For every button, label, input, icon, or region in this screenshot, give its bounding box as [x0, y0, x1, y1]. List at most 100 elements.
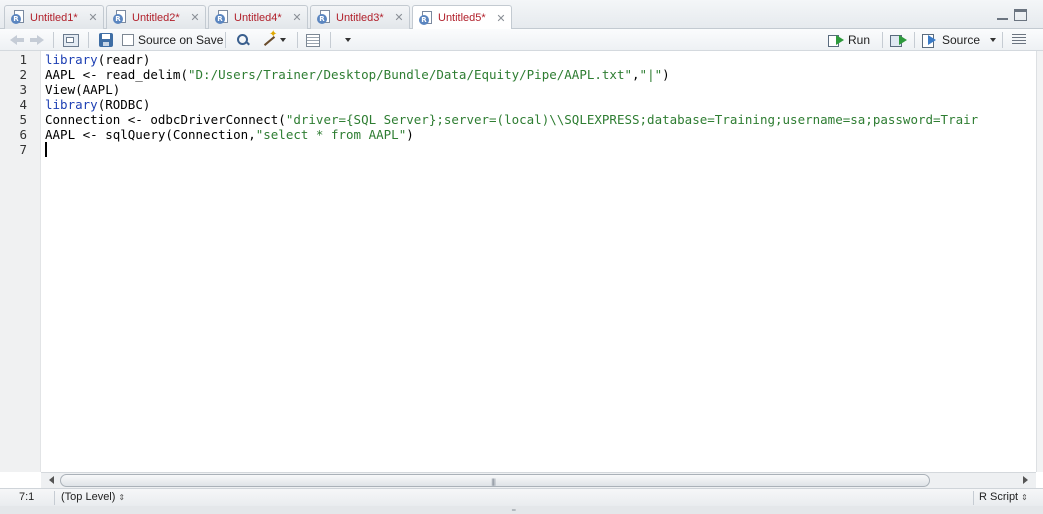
toolbar-divider	[882, 32, 883, 48]
r-script-icon: R	[317, 10, 332, 25]
code-string: "driver={SQL Server};server=(local)\\SQL…	[285, 112, 979, 127]
tab-label: Untitled3*	[336, 11, 384, 24]
pane-splitter[interactable]: ═	[0, 506, 1043, 514]
scroll-left-icon[interactable]	[49, 476, 54, 484]
minimize-pane-icon[interactable]	[996, 9, 1009, 21]
tab-label: Untitled1*	[30, 11, 78, 24]
source-on-save-checkbox[interactable]	[122, 34, 134, 46]
close-icon[interactable]: ✕	[495, 12, 507, 25]
tab-untitled4[interactable]: R Untitled4* ✕	[208, 5, 308, 29]
close-icon[interactable]: ✕	[393, 11, 405, 24]
toolbar-divider	[225, 32, 226, 48]
toolbar-divider	[88, 32, 89, 48]
code-area[interactable]: library(readr) AAPL <- read_delim("D:/Use…	[45, 51, 1035, 472]
more-options-button[interactable]	[342, 32, 351, 48]
close-icon[interactable]: ✕	[87, 11, 99, 24]
close-icon[interactable]: ✕	[291, 11, 303, 24]
r-script-icon: R	[215, 10, 230, 25]
grip-icon: |||	[491, 478, 496, 486]
toolbar-divider	[1002, 32, 1003, 48]
code-token: )	[406, 127, 414, 142]
r-script-icon: R	[419, 10, 434, 26]
toolbar-divider	[53, 32, 54, 48]
tab-label: Untitled5*	[438, 12, 486, 24]
run-button[interactable]: Run	[828, 32, 870, 48]
code-line[interactable]: View(AAPL)	[45, 82, 120, 97]
tab-label: Untitled4*	[234, 11, 282, 24]
drag-handle-icon: ═	[512, 507, 516, 514]
save-button[interactable]	[99, 32, 113, 48]
file-type-selector[interactable]: R Script ⇕	[979, 491, 1028, 503]
tab-untitled2[interactable]: R Untitled2* ✕	[106, 5, 206, 29]
search-icon	[236, 33, 250, 47]
source-icon	[922, 34, 938, 48]
rerun-button[interactable]	[890, 32, 908, 48]
magic-wand-icon	[261, 29, 277, 48]
horizontal-scrollbar[interactable]: |||	[41, 472, 1036, 488]
tab-label: Untitled2*	[132, 11, 180, 24]
code-token: (RODBC)	[97, 97, 151, 112]
code-line[interactable]: AAPL <- sqlQuery(Connection,"select * fr…	[45, 127, 414, 142]
code-line[interactable]: AAPL <- read_delim("D:/Users/Trainer/Des…	[45, 67, 670, 82]
code-token: )	[662, 67, 670, 82]
code-string: "select * from AAPL"	[255, 127, 407, 142]
source-options-dropdown[interactable]	[987, 32, 996, 48]
line-number: 5	[19, 112, 27, 127]
line-number: 1	[19, 52, 27, 67]
vertical-scrollbar[interactable]	[1036, 51, 1043, 472]
forward-button[interactable]	[29, 32, 45, 48]
back-button[interactable]	[9, 32, 25, 48]
save-icon	[99, 33, 113, 47]
code-tools-button[interactable]	[261, 29, 286, 48]
show-in-window-button[interactable]	[63, 32, 79, 48]
code-line[interactable]: library(readr)	[45, 52, 150, 67]
run-icon	[828, 34, 844, 47]
code-token: Connection <- odbcDriverConnect(	[45, 112, 286, 127]
source-label: Source	[942, 33, 981, 47]
line-number: 7	[19, 142, 27, 157]
line-number: 3	[19, 82, 27, 97]
tab-untitled5[interactable]: R Untitled5* ✕	[412, 5, 512, 30]
maximize-pane-icon[interactable]	[1014, 9, 1027, 21]
code-keyword: library	[45, 97, 98, 112]
document-outline-button[interactable]	[1012, 32, 1026, 48]
chevron-down-icon	[345, 38, 351, 42]
toolbar-divider	[914, 32, 915, 48]
code-token: View(AAPL)	[45, 82, 121, 97]
up-down-icon: ⇕	[118, 493, 126, 502]
editor-status-bar: 7:1 (Top Level) ⇕ R Script ⇕	[0, 488, 1043, 506]
source-on-save-label: Source on Save	[138, 33, 224, 47]
tab-untitled3[interactable]: R Untitled3* ✕	[310, 5, 410, 29]
compile-report-button[interactable]	[306, 32, 320, 48]
code-string: "D:/Users/Trainer/Desktop/Bundle/Data/Eq…	[188, 67, 633, 82]
forward-arrow-icon	[29, 33, 45, 47]
r-script-icon: R	[11, 10, 26, 25]
find-replace-button[interactable]	[236, 32, 250, 48]
source-button[interactable]: Source	[922, 32, 980, 48]
chevron-down-icon	[990, 38, 996, 42]
editor-tab-bar: R Untitled1* ✕ R Untitled2* ✕ R Untitled…	[0, 0, 1043, 30]
scope-selector[interactable]: (Top Level) ⇕	[61, 491, 125, 503]
up-down-icon: ⇕	[1021, 493, 1028, 502]
line-number-gutter: 1234567	[0, 51, 41, 472]
rerun-icon	[890, 34, 908, 47]
file-type-label: R Script	[979, 491, 1019, 503]
status-divider	[973, 491, 974, 505]
tab-untitled1[interactable]: R Untitled1* ✕	[4, 5, 104, 29]
toolbar-divider	[297, 32, 298, 48]
text-cursor	[45, 142, 47, 157]
scroll-right-icon[interactable]	[1023, 476, 1028, 484]
cursor-position: 7:1	[19, 491, 35, 503]
code-line[interactable]: library(RODBC)	[45, 97, 150, 112]
code-line[interactable]: Connection <- odbcDriverConnect("driver=…	[45, 112, 978, 127]
show-in-window-icon	[63, 33, 79, 47]
source-on-save-toggle[interactable]: Source on Save	[122, 32, 223, 48]
code-token: AAPL <- sqlQuery(Connection,	[45, 127, 256, 142]
code-token: AAPL <- read_delim(	[45, 67, 188, 82]
code-keyword: library	[45, 52, 98, 67]
notebook-icon	[306, 33, 320, 47]
code-editor[interactable]: 1234567 library(readr) AAPL <- read_delim…	[0, 51, 1036, 472]
close-icon[interactable]: ✕	[189, 11, 201, 24]
scrollbar-thumb[interactable]: |||	[60, 474, 930, 487]
code-token: (readr)	[97, 52, 151, 67]
